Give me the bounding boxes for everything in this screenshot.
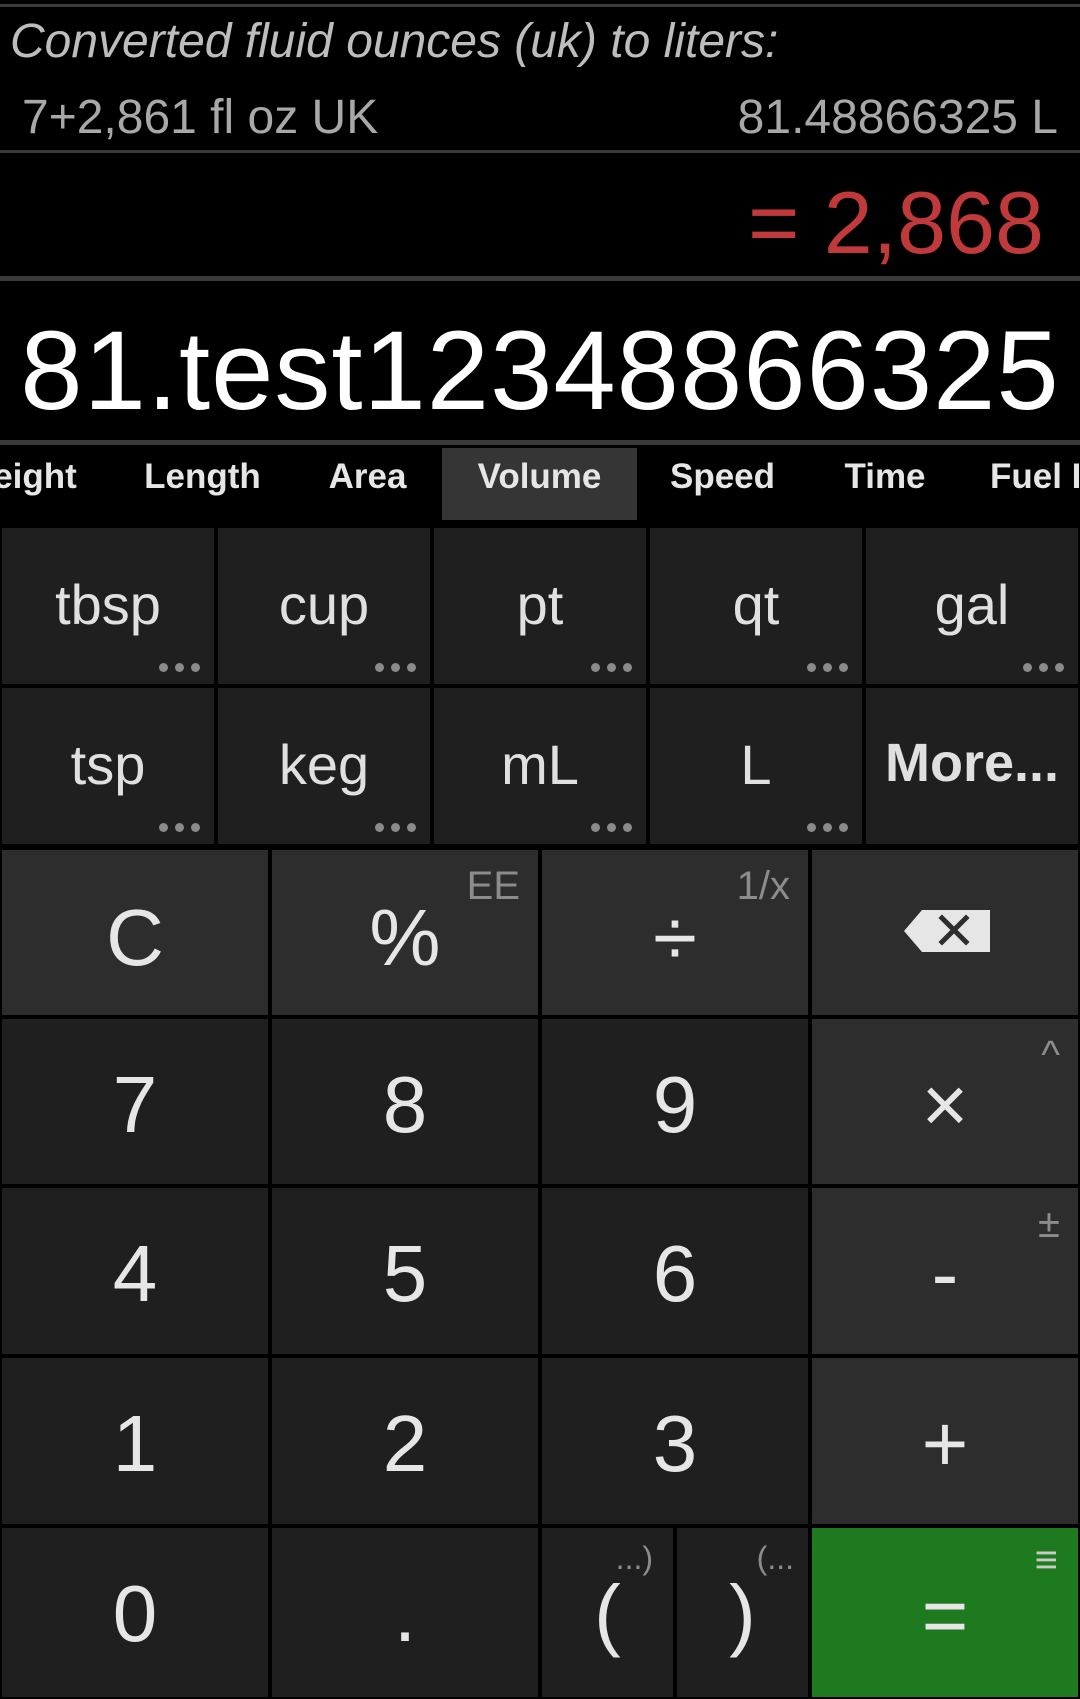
unit-label: gal [934,573,1010,636]
more-dots-icon [591,663,632,672]
digit-0-button[interactable]: 0 [2,1528,268,1697]
digit-label: 9 [652,1060,698,1149]
percent-button[interactable]: % EE [272,850,538,1015]
display-divider [0,440,1080,445]
more-dots-icon [159,823,200,832]
top-divider [0,4,1080,7]
tab-time[interactable]: Time [830,448,940,520]
digit-label: 5 [382,1229,428,1318]
exponent-label: EE [466,864,520,908]
divide-button[interactable]: ÷ 1/x [542,850,808,1015]
close-paren-alt-label: (... [756,1540,794,1576]
digit-8-button[interactable]: 8 [272,1019,538,1184]
backspace-button[interactable] [812,850,1078,1015]
reciprocal-label: 1/x [736,864,790,908]
close-paren-label: ) [729,1569,756,1658]
tab-length[interactable]: Length [130,448,275,520]
digit-5-button[interactable]: 5 [272,1188,538,1354]
unit-cup-button[interactable]: cup [218,528,430,684]
plus-label: + [921,1399,969,1488]
main-display[interactable]: 81.test12348866325 [0,306,1080,435]
unit-qt-button[interactable]: qt [650,528,862,684]
digit-label: 2 [382,1399,428,1488]
digit-label: 6 [652,1229,698,1318]
more-dots-icon [1023,663,1064,672]
tab-area[interactable]: Area [305,448,430,520]
clear-button[interactable]: C [2,850,268,1015]
dot-label: . [393,1569,417,1658]
backspace-icon [904,910,990,952]
unit-more-button[interactable]: More... [866,688,1078,844]
tab-fuel[interactable]: Fuel I [990,448,1080,520]
unit-ml-button[interactable]: mL [434,688,646,844]
more-dots-icon [375,823,416,832]
unit-label: L [740,733,772,796]
result-preview: = 2,868 [747,173,1044,272]
history-result[interactable]: 81.48866325 L [738,90,1058,145]
preview-divider [0,276,1080,281]
power-label: ^ [1041,1033,1060,1077]
more-dots-icon [807,823,848,832]
digit-label: 3 [652,1399,698,1488]
digit-1-button[interactable]: 1 [2,1358,268,1524]
unit-pt-button[interactable]: pt [434,528,646,684]
digit-label: 1 [112,1399,158,1488]
unit-gal-button[interactable]: gal [866,528,1078,684]
equals-label: = [921,1571,969,1660]
digit-label: 4 [112,1229,158,1318]
digit-9-button[interactable]: 9 [542,1019,808,1184]
close-paren-button[interactable]: ) (... [677,1528,808,1697]
digit-label: 0 [112,1569,158,1658]
digit-6-button[interactable]: 6 [542,1188,808,1354]
unit-label: keg [278,733,370,796]
unit-tsp-button[interactable]: tsp [2,688,214,844]
digit-4-button[interactable]: 4 [2,1188,268,1354]
decimal-point-button[interactable]: . [272,1528,538,1697]
equals-button[interactable]: = ≡ [812,1528,1078,1697]
digit-label: 7 [112,1060,158,1149]
clear-label: C [106,893,164,982]
history-divider [0,150,1080,153]
open-paren-label: ( [594,1569,621,1658]
digit-7-button[interactable]: 7 [2,1019,268,1184]
tab-speed[interactable]: Speed [660,448,785,520]
unit-label: tbsp [55,573,161,636]
history-title: Converted fluid ounces (uk) to liters: [10,15,779,68]
more-dots-icon [375,663,416,672]
unit-tbsp-button[interactable]: tbsp [2,528,214,684]
minus-button[interactable]: - ± [812,1188,1078,1354]
unit-label: qt [732,573,780,636]
digit-label: 8 [382,1060,428,1149]
plus-minus-label: ± [1038,1202,1060,1246]
digit-2-button[interactable]: 2 [272,1358,538,1524]
open-paren-alt-label: ...) [615,1540,653,1576]
multiply-button[interactable]: × ^ [812,1019,1078,1184]
more-dots-icon [159,663,200,672]
open-paren-button[interactable]: ( ...) [542,1528,673,1697]
unit-label: tsp [70,733,146,796]
unit-label: More... [884,733,1060,793]
tab-volume[interactable]: Volume [442,448,637,520]
category-tabs: eight Length Area Volume Speed Time Fuel… [0,448,1080,520]
more-dots-icon [807,663,848,672]
plus-button[interactable]: + [812,1358,1078,1524]
more-dots-icon [591,823,632,832]
history-expression[interactable]: 7+2,861 fl oz UK [22,90,378,145]
unit-label: cup [278,573,370,636]
unit-label: pt [516,573,564,636]
tab-weight[interactable]: eight [0,448,80,520]
menu-icon: ≡ [1034,1538,1058,1582]
multiply-label: × [921,1060,969,1149]
unit-l-button[interactable]: L [650,688,862,844]
digit-3-button[interactable]: 3 [542,1358,808,1524]
unit-keg-button[interactable]: keg [218,688,430,844]
unit-label: mL [501,733,579,796]
